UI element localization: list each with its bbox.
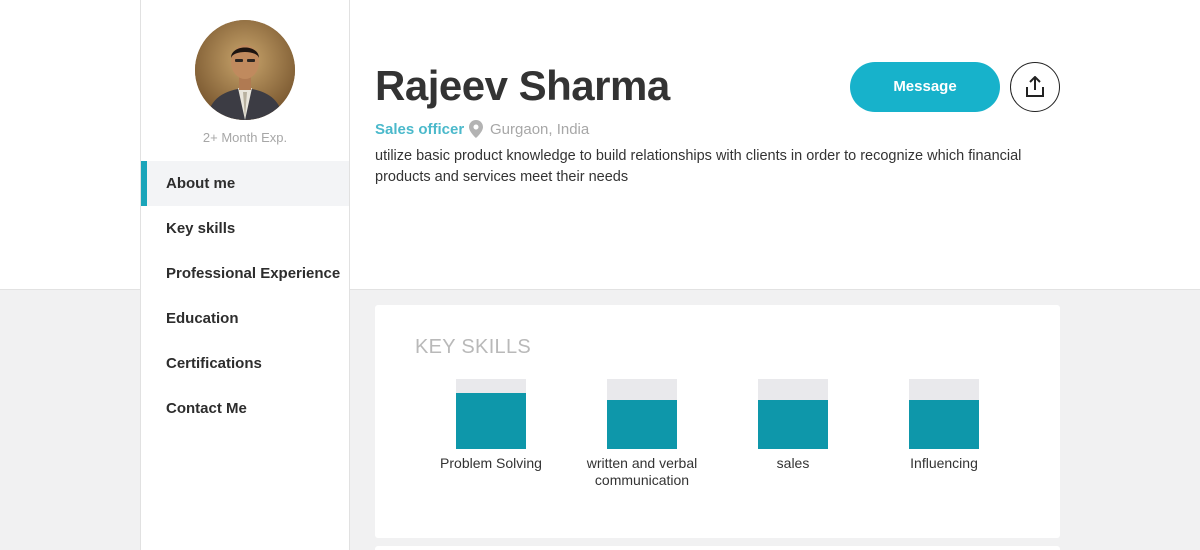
sidebar-item-about-me[interactable]: About me <box>141 161 349 206</box>
location-pin-icon <box>469 120 483 138</box>
message-button[interactable]: Message <box>850 62 1000 112</box>
sidebar-nav: About me Key skills Professional Experie… <box>141 161 349 431</box>
key-skills-title: KEY SKILLS <box>415 336 532 358</box>
skill-label: sales <box>776 455 810 471</box>
sidebar-item-contact-me[interactable]: Contact Me <box>141 386 349 431</box>
profile-name: Rajeev Sharma <box>375 62 670 109</box>
skill-bar <box>909 379 979 449</box>
skill-bar <box>456 379 526 449</box>
skill-label: written and verbal communication <box>586 455 698 488</box>
skill-bar-fill <box>758 400 828 449</box>
skill-bar <box>607 379 677 449</box>
skill-bar <box>758 379 828 449</box>
avatar <box>195 20 295 120</box>
experience-text: 2+ Month Exp. <box>202 130 288 145</box>
profile-bio: utilize basic product knowledge to build… <box>375 148 1022 185</box>
user-photo-icon <box>195 20 295 120</box>
key-skills-card: KEY SKILLS Problem Solving written and v… <box>375 305 1060 538</box>
next-section-card <box>375 546 1060 550</box>
sidebar-item-professional-experience[interactable]: Professional Experience <box>141 251 349 296</box>
skill-item: Influencing <box>874 379 1014 472</box>
profile-location: Gurgaon, India <box>469 120 589 138</box>
sidebar-item-key-skills[interactable]: Key skills <box>141 206 349 251</box>
skill-bar-fill <box>909 400 979 449</box>
skill-item: sales <box>723 379 863 472</box>
location-text: Gurgaon, India <box>490 120 590 138</box>
profile-role: Sales officer <box>375 121 465 138</box>
sidebar-item-education[interactable]: Education <box>141 296 349 341</box>
share-upload-icon <box>1026 76 1044 97</box>
sidebar-item-certifications[interactable]: Certifications <box>141 341 349 386</box>
skill-bar-fill <box>456 393 526 449</box>
skill-bar-fill <box>607 400 677 449</box>
skill-label: Influencing <box>910 455 978 471</box>
skill-item: written and verbal communication <box>572 379 712 489</box>
skill-item: Problem Solving <box>421 379 561 472</box>
share-button[interactable] <box>1010 62 1060 112</box>
sidebar: 2+ Month Exp. About me Key skills Profes… <box>140 0 350 550</box>
skill-label: Problem Solving <box>440 455 542 471</box>
